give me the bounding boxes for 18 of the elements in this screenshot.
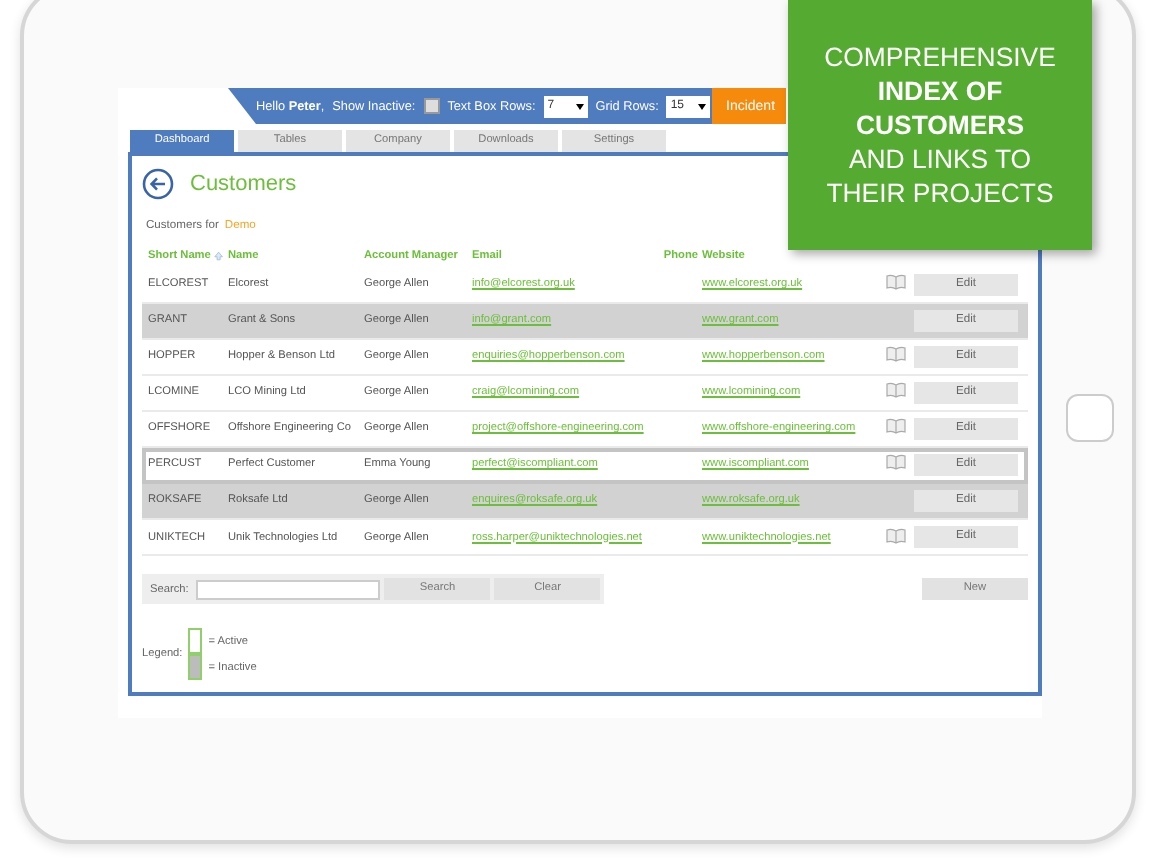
book-icon[interactable] (886, 382, 906, 399)
caret-icon (698, 103, 707, 109)
callout-text: INDEX OF (877, 74, 1003, 108)
book-icon[interactable] (886, 418, 906, 435)
page-title: Customers (190, 172, 297, 196)
callout-text: CUSTOMERS (855, 108, 1025, 142)
callout-text: THEIR PROJECTS (826, 176, 1054, 210)
book-icon[interactable] (886, 274, 906, 291)
book-icon[interactable] (886, 527, 906, 544)
sort-arrow-icon (214, 249, 224, 262)
book-icon[interactable] (886, 346, 906, 363)
back-icon[interactable] (142, 168, 174, 200)
search-field[interactable] (196, 579, 381, 600)
home-button[interactable] (1066, 394, 1114, 442)
caret-icon (575, 103, 584, 109)
callout-text: COMPREHENSIVE (824, 40, 1056, 74)
callout-text: AND LINKS TO (848, 142, 1032, 176)
book-icon[interactable] (886, 454, 906, 471)
